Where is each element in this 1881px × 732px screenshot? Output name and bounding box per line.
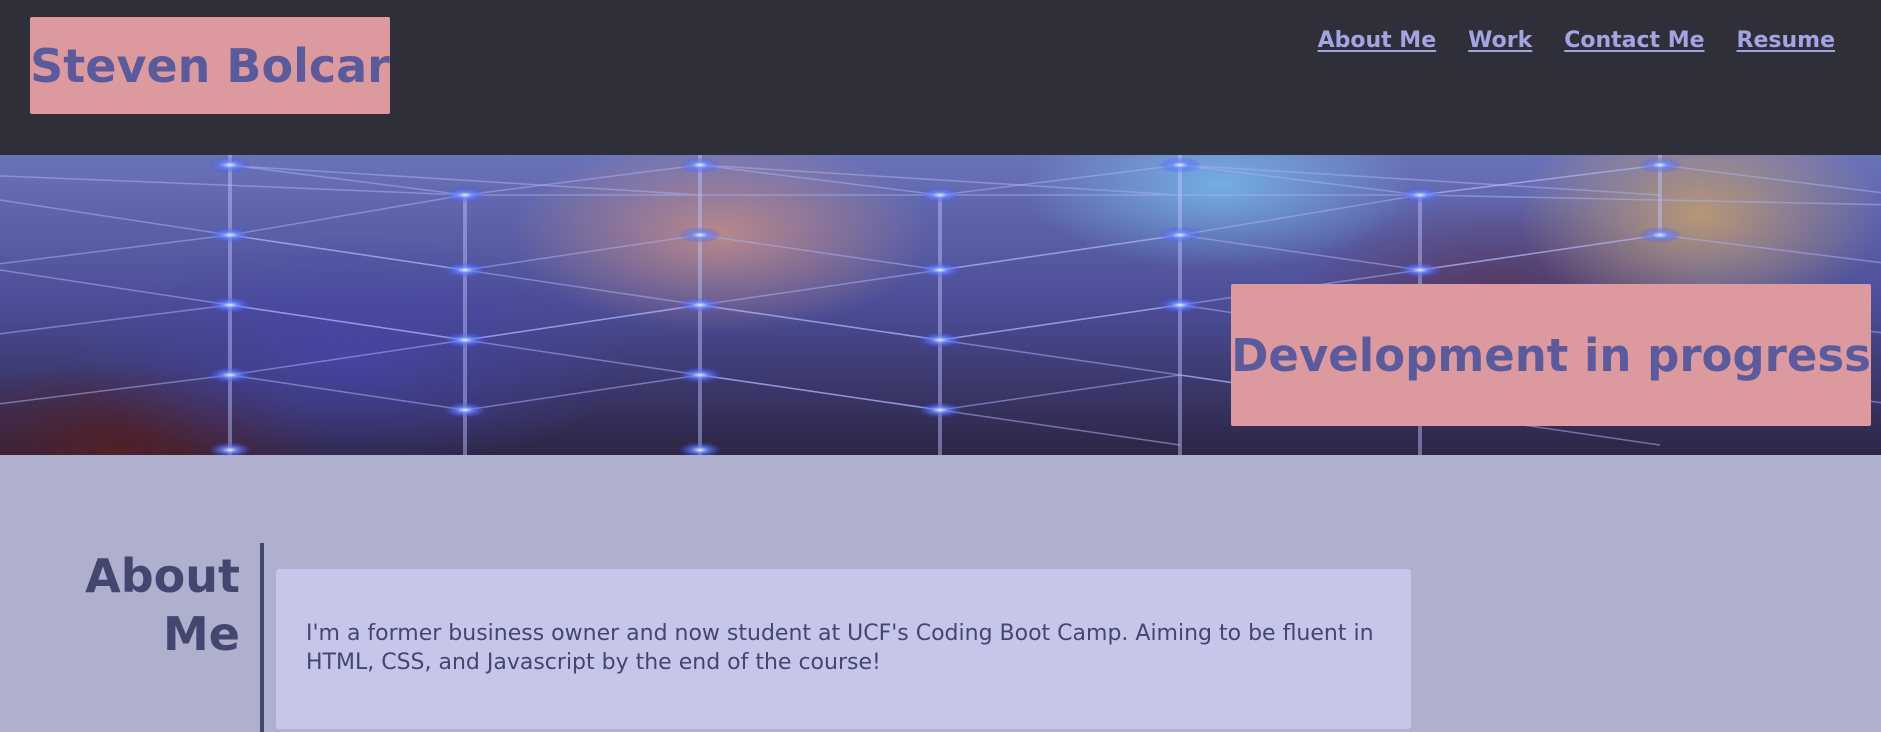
about-body-text: I'm a former business owner and now stud… xyxy=(306,621,1374,675)
hero-status-badge: Development in progress xyxy=(1231,284,1871,426)
about-divider xyxy=(260,543,264,732)
about-section: About Me I'm a former business owner and… xyxy=(0,455,1881,732)
main-nav: About Me Work Contact Me Resume xyxy=(1318,28,1835,53)
site-header: Steven Bolcar About Me Work Contact Me R… xyxy=(0,0,1881,155)
hero-status-text: Development in progress xyxy=(1231,328,1871,382)
nav-link-about-me[interactable]: About Me xyxy=(1318,28,1437,53)
brand-box: Steven Bolcar xyxy=(30,17,390,114)
about-card: I'm a former business owner and now stud… xyxy=(276,569,1411,729)
nav-link-work[interactable]: Work xyxy=(1468,28,1532,53)
nav-link-contact-me[interactable]: Contact Me xyxy=(1564,28,1704,53)
hero-banner: Development in progress xyxy=(0,155,1881,455)
nav-link-resume[interactable]: Resume xyxy=(1737,28,1835,53)
about-heading: About Me xyxy=(85,549,240,661)
brand-name: Steven Bolcar xyxy=(30,38,390,93)
